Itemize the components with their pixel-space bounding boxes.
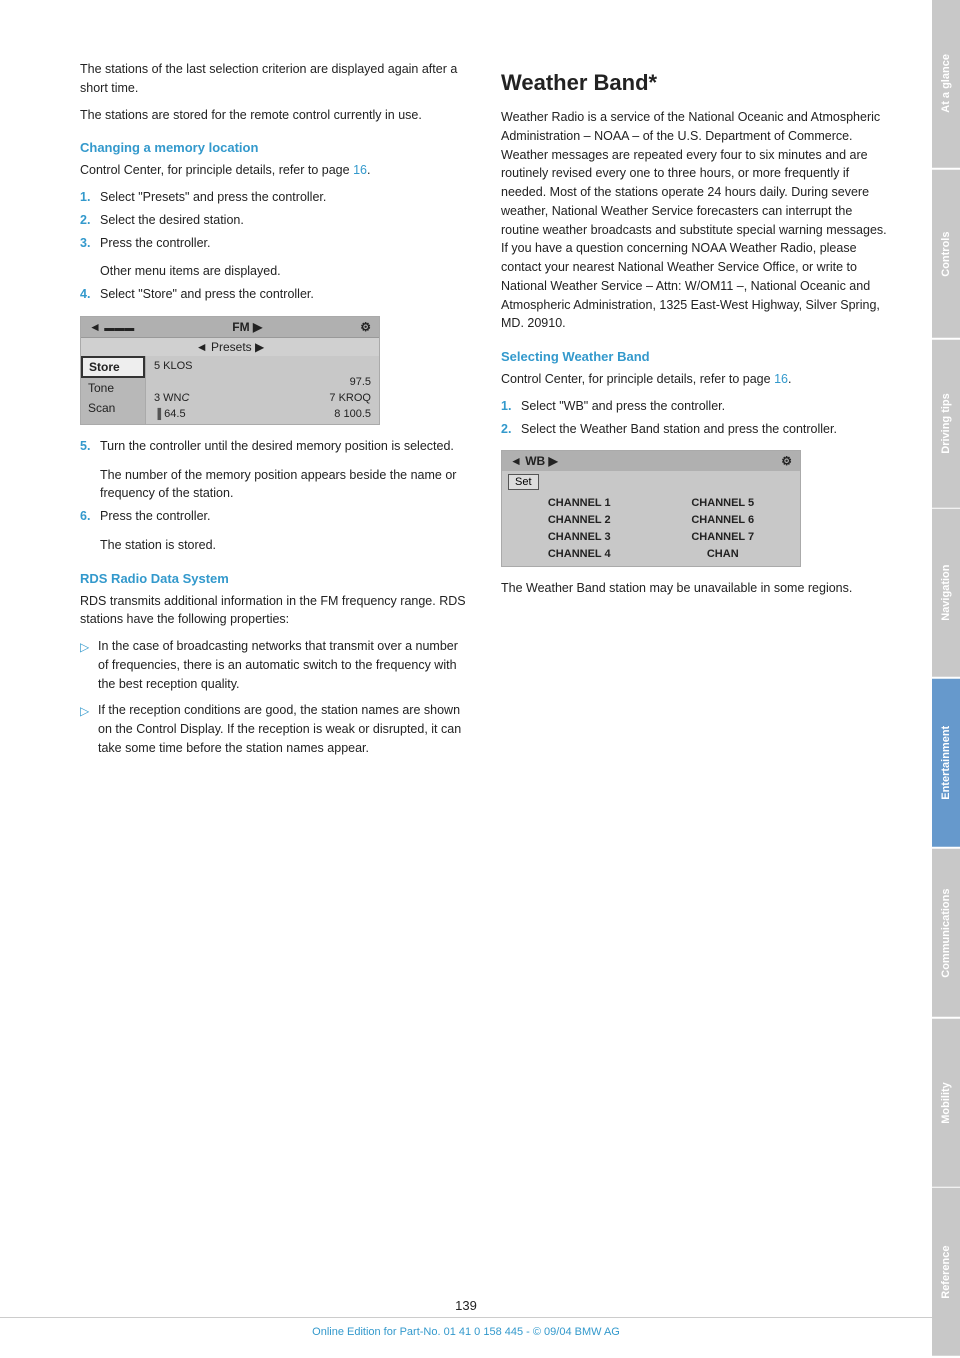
sidebar: At a glance Controls Driving tips Naviga… bbox=[932, 0, 960, 1358]
selecting-wb-heading: Selecting Weather Band bbox=[501, 349, 892, 364]
sidebar-tab-driving-tips[interactable]: Driving tips bbox=[932, 340, 960, 508]
wb-channels-grid: CHANNEL 1 CHANNEL 5 CHANNEL 2 CHANNEL 6 … bbox=[502, 493, 800, 566]
fm-back-icon: ◄ ▬▬▬ bbox=[89, 320, 134, 334]
fm-band-label: FM ▶ bbox=[232, 320, 262, 334]
sidebar-tab-at-a-glance[interactable]: At a glance bbox=[932, 0, 960, 168]
changing-memory-heading: Changing a memory location bbox=[80, 140, 471, 155]
fm-freq-1 bbox=[263, 358, 376, 374]
step-5: 5. Turn the controller until the desired… bbox=[80, 437, 471, 456]
fm-menu-section: Store Tone Scan 5 KLOS 97.5 3 WNC 7 KROQ… bbox=[81, 356, 379, 424]
step-6: 6. Press the controller. bbox=[80, 507, 471, 526]
wb-set-row: Set bbox=[502, 471, 800, 493]
left-column: The stations of the last selection crite… bbox=[80, 60, 471, 1298]
changing-memory-step5: 5. Turn the controller until the desired… bbox=[80, 437, 471, 456]
weather-band-title: Weather Band* bbox=[501, 70, 892, 96]
wb-settings-icon: ⚙ bbox=[781, 454, 792, 468]
page-link-16-wb[interactable]: 16 bbox=[774, 372, 788, 386]
wb-header: ◄ WB ▶ ⚙ bbox=[502, 451, 800, 471]
changing-memory-intro: Control Center, for principle details, r… bbox=[80, 161, 471, 180]
intro-p2: The stations are stored for the remote c… bbox=[80, 106, 471, 125]
rds-bullet-1: ▷ In the case of broadcasting networks t… bbox=[80, 637, 471, 693]
sidebar-tab-entertainment[interactable]: Entertainment bbox=[932, 679, 960, 847]
changing-memory-steps: 1. Select "Presets" and press the contro… bbox=[80, 188, 471, 252]
step-4: 4. Select "Store" and press the controll… bbox=[80, 285, 471, 304]
wb-note: The Weather Band station may be unavaila… bbox=[501, 579, 892, 598]
fm-station-1: 5 KLOS bbox=[150, 358, 263, 374]
right-column: Weather Band* Weather Radio is a service… bbox=[501, 60, 892, 1298]
weather-band-description: Weather Radio is a service of the Nation… bbox=[501, 108, 892, 333]
wb-channel-7: CHANNEL 7 bbox=[652, 529, 795, 545]
fm-station-2 bbox=[150, 374, 263, 390]
changing-memory-step6: 6. Press the controller. bbox=[80, 507, 471, 526]
sidebar-tab-communications[interactable]: Communications bbox=[932, 849, 960, 1017]
step-1: 1. Select "Presets" and press the contro… bbox=[80, 188, 471, 207]
step-6-sub: The station is stored. bbox=[80, 536, 471, 555]
step-3: 3. Press the controller. bbox=[80, 234, 471, 253]
fm-menu-store: Store bbox=[81, 356, 145, 378]
rds-bullet-1-text: In the case of broadcasting networks tha… bbox=[98, 637, 471, 693]
sidebar-tab-controls[interactable]: Controls bbox=[932, 170, 960, 338]
fm-presets-row: ◄ Presets ▶ bbox=[81, 337, 379, 356]
fm-menu-scan: Scan bbox=[81, 398, 145, 418]
step-5-sub: The number of the memory position appear… bbox=[80, 466, 471, 504]
fm-freq-3: ▐ 64.5 bbox=[150, 406, 263, 422]
wb-set-button[interactable]: Set bbox=[508, 474, 539, 490]
wb-channel-6: CHANNEL 6 bbox=[652, 512, 795, 528]
rds-heading: RDS Radio Data System bbox=[80, 571, 471, 586]
fm-station-3: 3 WNC bbox=[150, 390, 263, 406]
step-3-sub: Other menu items are displayed. bbox=[80, 262, 471, 281]
fm-freq-4: 8 100.5 bbox=[263, 406, 376, 422]
selecting-wb-steps: 1. Select "WB" and press the controller.… bbox=[501, 397, 892, 439]
selecting-wb-intro: Control Center, for principle details, r… bbox=[501, 370, 892, 389]
sidebar-tab-navigation[interactable]: Navigation bbox=[932, 509, 960, 677]
fm-menu-items: Store Tone Scan bbox=[81, 356, 146, 424]
wb-band-label: ◄ WB ▶ bbox=[510, 454, 558, 468]
fm-menu-tone: Tone bbox=[81, 378, 145, 398]
changing-memory-section: Changing a memory location Control Cente… bbox=[80, 140, 471, 554]
sidebar-tab-reference[interactable]: Reference bbox=[932, 1188, 960, 1356]
rds-bullet-2: ▷ If the reception conditions are good, … bbox=[80, 701, 471, 757]
page-number: 139 bbox=[0, 1298, 932, 1313]
bullet-arrow-2: ▷ bbox=[80, 701, 98, 757]
intro-p1: The stations of the last selection crite… bbox=[80, 60, 471, 98]
wb-step-2: 2. Select the Weather Band station and p… bbox=[501, 420, 892, 439]
page-footer: 139 Online Edition for Part-No. 01 41 0 … bbox=[0, 1298, 932, 1338]
wb-channel-3: CHANNEL 3 bbox=[508, 529, 651, 545]
wb-channel-1: CHANNEL 1 bbox=[508, 495, 651, 511]
changing-memory-step4: 4. Select "Store" and press the controll… bbox=[80, 285, 471, 304]
footer-text: Online Edition for Part-No. 01 41 0 158 … bbox=[0, 1326, 932, 1338]
sidebar-tab-mobility[interactable]: Mobility bbox=[932, 1019, 960, 1187]
wb-chan: CHAN bbox=[652, 546, 795, 562]
bullet-arrow-1: ▷ bbox=[80, 637, 98, 693]
wb-display: ◄ WB ▶ ⚙ Set CHANNEL 1 CHANNEL 5 CHANNEL… bbox=[501, 450, 801, 567]
rds-intro: RDS transmits additional information in … bbox=[80, 592, 471, 630]
wb-channel-2: CHANNEL 2 bbox=[508, 512, 651, 528]
wb-step-1: 1. Select "WB" and press the controller. bbox=[501, 397, 892, 416]
fm-freq-2: 97.5 bbox=[263, 374, 376, 390]
selecting-weather-band-section: Selecting Weather Band Control Center, f… bbox=[501, 349, 892, 598]
fm-station-4: 7 KROQ bbox=[263, 390, 376, 406]
wb-channel-4: CHANNEL 4 bbox=[508, 546, 651, 562]
fm-display: ◄ ▬▬▬ FM ▶ ⚙ ◄ Presets ▶ Store Tone Scan… bbox=[80, 316, 380, 425]
page-link-16[interactable]: 16 bbox=[353, 163, 367, 177]
fm-stations-grid: 5 KLOS 97.5 3 WNC 7 KROQ ▐ 64.5 8 100.5 bbox=[146, 356, 379, 424]
wb-channel-5: CHANNEL 5 bbox=[652, 495, 795, 511]
fm-settings-icon: ⚙ bbox=[360, 320, 371, 334]
rds-bullet-2-text: If the reception conditions are good, th… bbox=[98, 701, 471, 757]
fm-header: ◄ ▬▬▬ FM ▶ ⚙ bbox=[81, 317, 379, 337]
rds-section: RDS Radio Data System RDS transmits addi… bbox=[80, 571, 471, 758]
step-2: 2. Select the desired station. bbox=[80, 211, 471, 230]
